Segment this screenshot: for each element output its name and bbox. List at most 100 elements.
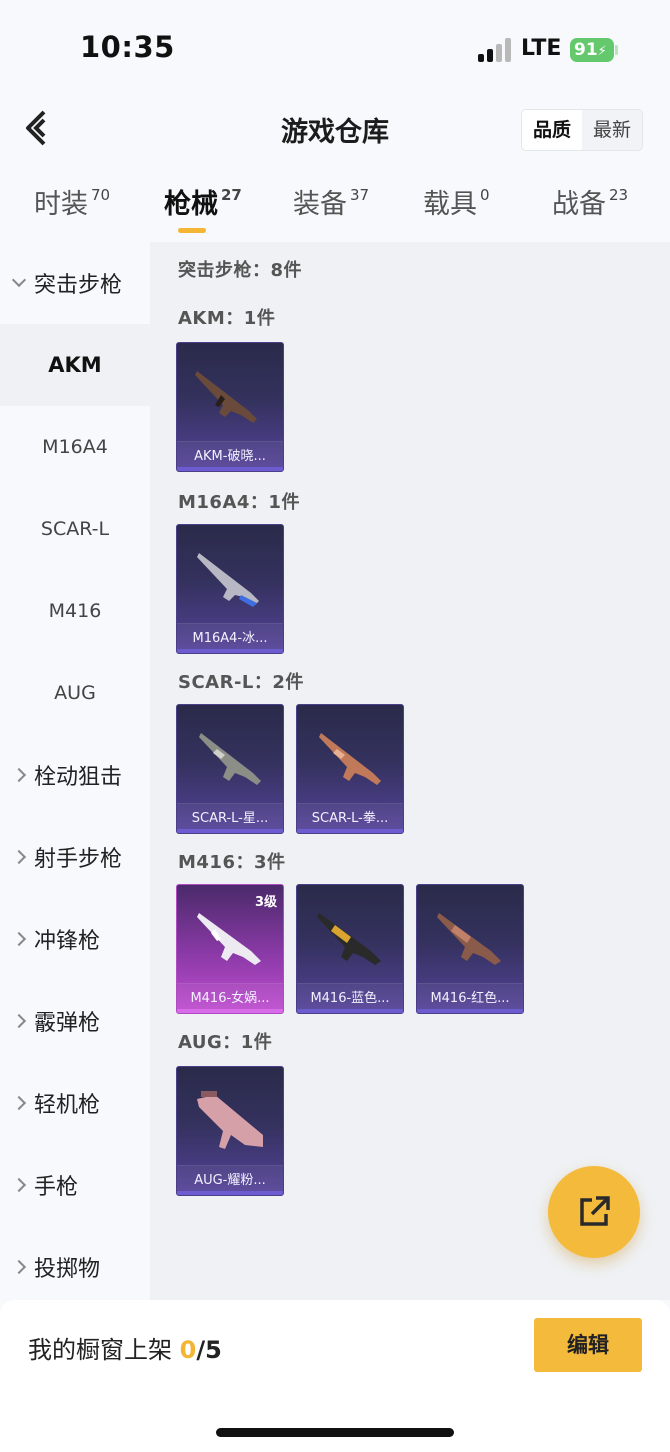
item-card-scar-l-2[interactable]: SCAR-L-拳... (296, 704, 404, 834)
section-label-m416: M416：3件 (178, 852, 286, 873)
tab-vehicles[interactable]: 载具 0 (423, 182, 490, 221)
chevron-right-icon (11, 931, 27, 947)
sidebar-group-label: 突击步枪 (34, 273, 123, 298)
status-bar: 10:35 LTE 91⚡ (0, 0, 670, 100)
section-label-scar-l: SCAR-L：2件 (178, 672, 304, 693)
battery-level: 91 (574, 40, 598, 60)
category-summary: 突击步枪：8件 (178, 260, 303, 281)
sort-toggle[interactable]: 品质 最新 (521, 109, 643, 151)
rarity-bar (177, 467, 283, 471)
scar-rifle-icon (319, 733, 381, 785)
section-label-m16a4: M16A4：1件 (178, 492, 300, 513)
tab-equipment[interactable]: 装备 37 (293, 182, 369, 221)
battery-tip (615, 45, 618, 55)
tab-count: 0 (480, 186, 490, 204)
chevron-down-icon (11, 272, 27, 288)
home-indicator[interactable] (216, 1428, 454, 1437)
shelf-total-count: /5 (196, 1336, 222, 1364)
rarity-bar (297, 829, 403, 833)
item-card-m416-1[interactable]: 3级 M416-女娲... (176, 884, 284, 1014)
network-type: LTE (521, 36, 562, 61)
rarity-bar (177, 1191, 283, 1195)
share-external-icon (580, 1196, 610, 1226)
item-card-akm[interactable]: AKM-破晓... (176, 342, 284, 472)
item-card-m16a4[interactable]: M16A4-冰... (176, 524, 284, 654)
m416-rifle-icon (197, 913, 261, 965)
active-tab-indicator (178, 228, 206, 233)
rarity-bar (417, 1009, 523, 1013)
item-card-aug[interactable]: AUG-耀粉... (176, 1066, 284, 1196)
tab-label: 装备 (293, 189, 347, 220)
m416-rifle-icon (437, 913, 501, 965)
share-button[interactable] (548, 1166, 640, 1258)
tab-label: 时装 (34, 189, 88, 220)
tab-label: 枪械 (164, 189, 218, 220)
sidebar-group-shotgun[interactable]: 霰弹枪 (0, 980, 150, 1062)
m16a4-rifle-icon (197, 553, 259, 607)
sidebar-group-label: 栓动狙击 (34, 765, 123, 790)
aug-rifle-icon (197, 1091, 263, 1149)
tab-count: 37 (350, 186, 370, 204)
sidebar-item-label: M16A4 (42, 436, 108, 458)
sidebar-item-akm[interactable]: AKM (0, 324, 150, 406)
item-card-scar-l-1[interactable]: SCAR-L-星... (176, 704, 284, 834)
tab-firearms[interactable]: 枪械 27 (164, 182, 242, 221)
chevron-right-icon (11, 849, 27, 865)
item-card-m416-3[interactable]: M416-红色... (416, 884, 524, 1014)
chevron-right-icon (11, 1259, 27, 1275)
akm-rifle-icon (195, 371, 257, 423)
sidebar-group-smg[interactable]: 冲锋枪 (0, 898, 150, 980)
sort-newest-option[interactable]: 最新 (582, 110, 642, 150)
sidebar-item-m16a4[interactable]: M16A4 (0, 406, 150, 488)
tab-count: 27 (221, 186, 242, 204)
tab-count: 23 (609, 186, 629, 204)
tab-label: 战备 (552, 189, 606, 220)
shelf-current-count: 0 (179, 1336, 197, 1364)
chevron-right-icon (11, 1177, 27, 1193)
rarity-bar (177, 649, 283, 653)
sidebar-item-scar-l[interactable]: SCAR-L (0, 488, 150, 570)
status-time: 10:35 (80, 30, 175, 64)
sidebar-item-m416[interactable]: M416 (0, 570, 150, 652)
sidebar-item-label: AUG (54, 682, 96, 704)
sidebar-item-aug[interactable]: AUG (0, 652, 150, 734)
item-card-m416-2[interactable]: M416-蓝色... (296, 884, 404, 1014)
tab-label: 载具 (423, 189, 477, 220)
sidebar-group-label: 投掷物 (34, 1257, 101, 1282)
sidebar-group-label: 霰弹枪 (34, 1011, 101, 1036)
battery-icon: 91⚡ (570, 38, 614, 62)
scar-rifle-icon (199, 733, 261, 785)
sidebar-group-label: 轻机枪 (34, 1093, 101, 1118)
sidebar-group-label: 手枪 (34, 1175, 79, 1200)
sidebar-group-pistol[interactable]: 手枪 (0, 1144, 150, 1226)
shelf-label: 我的橱窗上架 (28, 1336, 180, 1364)
edit-button[interactable]: 编辑 (534, 1318, 642, 1372)
sidebar-group-marksman[interactable]: 射手步枪 (0, 816, 150, 898)
signal-icon (478, 38, 512, 62)
sort-quality-option[interactable]: 品质 (522, 110, 582, 150)
sidebar-group-label: 射手步枪 (34, 847, 123, 872)
sidebar-item-label: SCAR-L (40, 518, 110, 540)
chevron-right-icon (11, 1013, 27, 1029)
sidebar-item-label: AKM (48, 353, 102, 377)
chevron-right-icon (11, 767, 27, 783)
sidebar-item-label: M416 (48, 600, 102, 622)
sidebar-group-throwables[interactable]: 投掷物 (0, 1226, 150, 1308)
shelf-status: 我的橱窗上架 0/5 (28, 1330, 222, 1365)
tab-supplies[interactable]: 战备 23 (552, 182, 628, 221)
sidebar: 突击步枪 AKM M16A4 SCAR-L M416 AUG 栓动狙击 射手步枪… (0, 242, 150, 1300)
section-label-akm: AKM：1件 (178, 308, 276, 329)
m416-rifle-icon (317, 913, 381, 965)
rarity-bar (177, 829, 283, 833)
sidebar-group-assault-rifles[interactable]: 突击步枪 (0, 242, 150, 324)
section-label-aug: AUG：1件 (178, 1032, 273, 1053)
sidebar-group-bolt-sniper[interactable]: 栓动狙击 (0, 734, 150, 816)
category-tabs: 时装 70 枪械 27 装备 37 载具 0 战备 23 (0, 182, 670, 238)
rarity-bar (177, 1009, 283, 1013)
tab-fashion[interactable]: 时装 70 (34, 182, 110, 221)
tab-count: 70 (91, 186, 111, 204)
sidebar-group-lmg[interactable]: 轻机枪 (0, 1062, 150, 1144)
inventory-panel: 突击步枪：8件 AKM：1件 AKM-破晓... M16A4：1件 M16A4-… (150, 242, 670, 1300)
sidebar-group-label: 冲锋枪 (34, 929, 101, 954)
chevron-right-icon (11, 1095, 27, 1111)
